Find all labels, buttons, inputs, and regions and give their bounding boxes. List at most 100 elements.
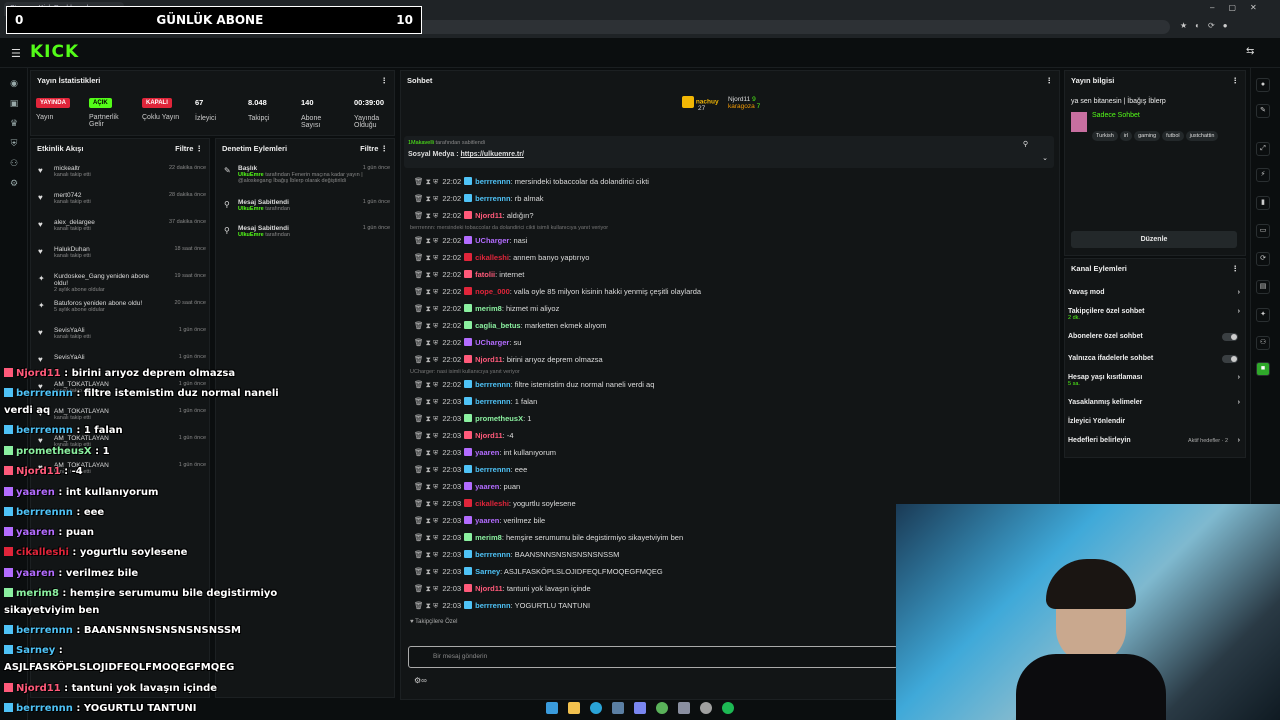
chat-message[interactable]: 🗑 ⧗ ⛨ 22:03 berrrennn: YOGURTLU TANTUNI [414, 600, 590, 612]
mod-tools-icon[interactable]: 🗑 ⧗ ⛨ [414, 211, 438, 220]
mod-tools-icon[interactable]: 🗑 ⧗ ⛨ [414, 516, 438, 525]
bolt-icon[interactable]: ⚡ [1256, 168, 1270, 182]
pencil-icon[interactable]: ✎ [1256, 104, 1270, 118]
chat-message[interactable]: 🗑 ⧗ ⛨ 22:03 yaaren: puan [414, 481, 520, 493]
chat-message[interactable]: 🗑 ⧗ ⛨ 22:03 berrrennn: BAANSNNSNSNSNSNSNSS… [414, 549, 619, 561]
chat-message[interactable]: 🗑 ⧗ ⛨ 22:02 Njord11: birini arıyoz deprem … [414, 354, 603, 366]
message-user[interactable]: merim8 [475, 304, 502, 313]
pin-icon[interactable]: ⚲ [1023, 140, 1028, 148]
message-user[interactable]: yaaren [475, 482, 499, 491]
message-user[interactable]: UCharger [475, 338, 509, 347]
chat-message[interactable]: 🗑 ⧗ ⛨ 22:02 berrrennn: mersindeki tobaccol… [414, 176, 649, 188]
mod-tools-icon[interactable]: 🗑 ⧗ ⛨ [414, 338, 438, 347]
windows-start-icon[interactable] [546, 702, 558, 714]
message-user[interactable]: Njord11 [475, 355, 503, 364]
sliders-icon[interactable]: ⚇ [1256, 336, 1270, 350]
settings-icon[interactable]: ⚙ [9, 178, 19, 188]
message-user[interactable]: berrrennn [475, 465, 510, 474]
message-user[interactable]: cikalleshi [475, 499, 509, 508]
spotify-icon[interactable] [722, 702, 734, 714]
chrome-icon[interactable] [656, 702, 668, 714]
filter-button[interactable]: Filtre ⋮ [360, 144, 388, 153]
message-user[interactable]: cikalleshi [475, 253, 509, 262]
mod-tools-icon[interactable]: 🗑 ⧗ ⛨ [414, 380, 438, 389]
shield-icon[interactable]: ⛨ [9, 138, 19, 148]
mod-tools-icon[interactable]: 🗑 ⧗ ⛨ [414, 448, 438, 457]
swap-icon[interactable]: ⟳ [1256, 252, 1270, 266]
message-user[interactable]: nope_000 [475, 287, 510, 296]
channel-action-row[interactable]: Hesap yaşı kısıtlaması 5 sa. › [1068, 374, 1240, 387]
channel-action-row[interactable]: Yavaş mod › [1068, 289, 1240, 296]
toggle-switch[interactable] [1222, 333, 1238, 341]
mod-tools-icon[interactable]: 🗑 ⧗ ⛨ [414, 533, 438, 542]
info-icon[interactable]: ● [1256, 78, 1270, 92]
edit-button[interactable]: Düzenle [1071, 231, 1237, 248]
mod-tools-icon[interactable]: 🗑 ⧗ ⛨ [414, 584, 438, 593]
more-icon[interactable]: ⋮ [1046, 76, 1054, 85]
mod-tools-icon[interactable]: 🗑 ⧗ ⛨ [414, 414, 438, 423]
chat-icon[interactable]: ▭ [1256, 224, 1270, 238]
channel-action-row[interactable]: Takipçilere özel sohbet 2 dk. › [1068, 308, 1240, 321]
category-name[interactable]: Sadece Sohbet [1092, 112, 1140, 119]
channel-action-row[interactable]: Abonelere özel sohbet [1068, 333, 1240, 341]
message-user[interactable]: Njord11 [475, 211, 503, 220]
chat-message[interactable]: 🗑 ⧗ ⛨ 22:03 yaaren: int kullanıyorum [414, 447, 556, 459]
message-user[interactable]: berrrennn [475, 194, 510, 203]
mod-tools-icon[interactable]: 🗑 ⧗ ⛨ [414, 236, 438, 245]
chat-message[interactable]: 🗑 ⧗ ⛨ 22:03 Njord11: -4 [414, 430, 514, 442]
message-user[interactable]: merim8 [475, 533, 502, 542]
chat-message[interactable]: 🗑 ⧗ ⛨ 22:02 cikalleshi: annem banyo yaptır… [414, 252, 589, 264]
chat-message[interactable]: 🗑 ⧗ ⛨ 22:03 Sarney: ASJLFASKÖPLSLOJIDFEQLF… [414, 566, 663, 578]
user-menu-icon[interactable]: ⇆ [1246, 46, 1254, 57]
chat-message[interactable]: 🗑 ⧗ ⛨ 22:02 caglia_betus: marketten ekmek … [414, 320, 606, 332]
browser-extension-icons[interactable]: ★◐⟳● [1180, 21, 1236, 30]
channel-action-row[interactable]: Yalnızca ifadelerle sohbet [1068, 355, 1240, 363]
mod-tools-icon[interactable]: 🗑 ⧗ ⛨ [414, 567, 438, 576]
trash-icon[interactable]: ▮ [1256, 196, 1270, 210]
mod-tools-icon[interactable]: 🗑 ⧗ ⛨ [414, 253, 438, 262]
more-icon[interactable]: ⋮ [1232, 264, 1240, 273]
chat-message[interactable]: 🗑 ⧗ ⛨ 22:02 UCharger: nasi [414, 235, 527, 247]
chevron-down-icon[interactable]: ⌄ [1042, 154, 1048, 162]
browser-window-controls[interactable]: –▢✕ [1210, 3, 1271, 12]
chat-message[interactable]: 🗑 ⧗ ⛨ 22:02 berrrennn: rb almak [414, 193, 544, 205]
mod-tools-icon[interactable]: 🗑 ⧗ ⛨ [414, 304, 438, 313]
chat-message[interactable]: 🗑 ⧗ ⛨ 22:02 Njord11: aldığın? [414, 210, 534, 222]
message-user[interactable]: berrrennn [475, 177, 510, 186]
channel-action-row[interactable]: Hedefleri belirleyin Aktif hedefler · 2 › [1068, 437, 1240, 444]
chat-message[interactable]: 🗑 ⧗ ⛨ 22:02 UCharger: su [414, 337, 521, 349]
chat-message[interactable]: 🗑 ⧗ ⛨ 22:02 merim8: hizmet mi aliyoz [414, 303, 559, 315]
trophy-icon[interactable]: ♛ [9, 118, 19, 128]
message-user[interactable]: Njord11 [475, 584, 503, 593]
chat-message[interactable]: 🗑 ⧗ ⛨ 22:03 yaaren: verilmez bile [414, 515, 545, 527]
message-user[interactable]: berrrennn [475, 380, 510, 389]
chat-message[interactable]: 🗑 ⧗ ⛨ 22:02 fatolii: internet [414, 269, 524, 281]
channel-action-row[interactable]: İzleyici Yönlendir [1068, 418, 1240, 425]
mod-tools-icon[interactable]: 🗑 ⧗ ⛨ [414, 550, 438, 559]
chat-message[interactable]: 🗑 ⧗ ⛨ 22:03 prometheusX: 1 [414, 413, 531, 425]
mod-tools-icon[interactable]: 🗑 ⧗ ⛨ [414, 270, 438, 279]
green-icon[interactable]: ■ [1256, 362, 1270, 376]
app-icon[interactable] [700, 702, 712, 714]
message-user[interactable]: yaaren [475, 516, 499, 525]
file-explorer-icon[interactable] [568, 702, 580, 714]
mod-tools-icon[interactable]: 🗑 ⧗ ⛨ [414, 177, 438, 186]
app-icon[interactable] [678, 702, 690, 714]
mod-tools-icon[interactable]: 🗑 ⧗ ⛨ [414, 397, 438, 406]
channel-action-row[interactable]: Yasaklanmış kelimeler › [1068, 399, 1240, 406]
chat-message[interactable]: 🗑 ⧗ ⛨ 22:03 cikalleshi: yogurtlu soylesene [414, 498, 576, 510]
pinned-message[interactable]: 1Makavelli tarafından sabitlendi Sosyal … [404, 136, 1054, 168]
tv-icon[interactable]: ▤ [1256, 280, 1270, 294]
mod-tools-icon[interactable]: 🗑 ⧗ ⛨ [414, 321, 438, 330]
chat-message[interactable]: 🗑 ⧗ ⛨ 22:02 berrrennn: filtre istemistim d… [414, 379, 654, 391]
mod-tools-icon[interactable]: 🗑 ⧗ ⛨ [414, 431, 438, 440]
mod-tools-icon[interactable]: 🗑 ⧗ ⛨ [414, 194, 438, 203]
chat-message[interactable]: 🗑 ⧗ ⛨ 22:03 Njord11: tantuni yok lavaşın i… [414, 583, 591, 595]
more-icon[interactable]: ⋮ [381, 76, 389, 85]
more-icon[interactable]: ⋮ [1232, 76, 1240, 85]
mod-tools-icon[interactable]: 🗑 ⧗ ⛨ [414, 499, 438, 508]
message-user[interactable]: berrrennn [475, 550, 510, 559]
message-user[interactable]: fatolii [475, 270, 495, 279]
mod-tools-icon[interactable]: 🗑 ⧗ ⛨ [414, 482, 438, 491]
chat-message[interactable]: 🗑 ⧗ ⛨ 22:03 berrrennn: eee [414, 464, 527, 476]
